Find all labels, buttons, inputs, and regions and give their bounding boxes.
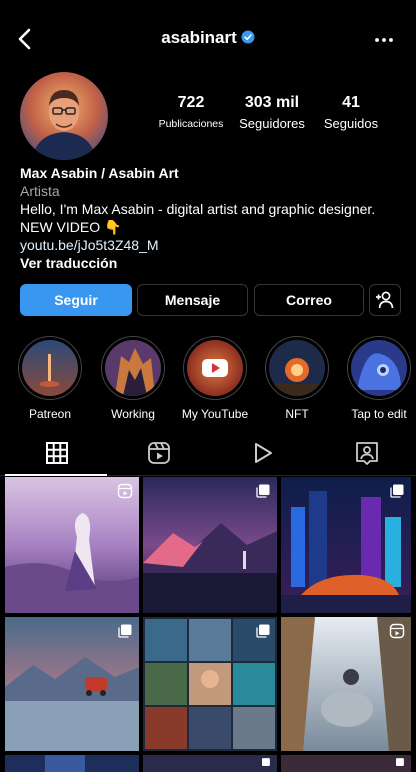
highlight-patreon[interactable]: Patreon xyxy=(18,336,82,421)
follow-button[interactable]: Seguir xyxy=(20,284,132,316)
tagged-icon[interactable] xyxy=(354,440,380,466)
bio-line-2: NEW VIDEO 👇 xyxy=(20,219,122,235)
highlight-nft-cover xyxy=(269,340,325,396)
highlight-patreon-cover xyxy=(22,340,78,396)
post-thumbnail[interactable] xyxy=(5,755,139,772)
post-thumbnail[interactable] xyxy=(143,477,277,613)
highlight-tap-to-edit[interactable]: Tap to edit xyxy=(347,336,411,421)
more-horizontal-icon[interactable] xyxy=(374,30,394,50)
post-thumbnail[interactable] xyxy=(143,755,277,772)
active-tab-indicator xyxy=(5,474,107,476)
see-translation-link[interactable]: Ver traducción xyxy=(20,254,410,272)
highlight-ring xyxy=(265,336,329,400)
highlight-label: Tap to edit xyxy=(351,407,407,421)
highlight-ring xyxy=(18,336,82,400)
stat-posts-value: 722 xyxy=(177,94,205,111)
stat-following-value: 41 xyxy=(342,94,360,111)
profile-bio: Max Asabin / Asabin Art Artista Hello, I… xyxy=(20,164,410,272)
reel-badge-icon xyxy=(117,483,133,499)
highlight-nft[interactable]: NFT xyxy=(265,336,329,421)
posts-grid xyxy=(5,477,411,772)
bio-link[interactable]: youtu.be/jJo5t3Z48_M xyxy=(20,236,410,254)
stat-followers-value: 303 mil xyxy=(244,94,300,111)
carousel-badge-icon xyxy=(118,624,132,638)
stat-followers-label: Seguidores xyxy=(239,116,305,131)
carousel-badge-icon xyxy=(396,758,404,766)
highlight-my-youtube[interactable]: My YouTube xyxy=(182,336,248,421)
post-thumbnail[interactable] xyxy=(281,755,411,772)
highlight-youtube-cover xyxy=(187,340,243,396)
stat-following[interactable]: 41 Seguidos xyxy=(318,94,384,131)
bio-line-1: Hello, I'm Max Asabin - digital artist a… xyxy=(20,201,376,217)
add-person-icon xyxy=(376,291,394,309)
reels-icon[interactable] xyxy=(146,440,172,466)
highlight-ring xyxy=(183,336,247,400)
post-thumbnail[interactable] xyxy=(281,477,411,613)
carousel-badge-icon xyxy=(390,484,404,498)
profile-username: asabinart xyxy=(161,28,237,47)
grid-icon[interactable] xyxy=(44,440,70,466)
top-bar: asabinart xyxy=(0,0,416,78)
verified-badge-icon xyxy=(241,30,255,44)
stat-posts-label: Publicaciones xyxy=(158,118,224,130)
carousel-badge-icon xyxy=(262,758,270,766)
highlight-edit-cover xyxy=(351,340,407,396)
play-icon[interactable] xyxy=(250,440,276,466)
carousel-badge-icon xyxy=(256,624,270,638)
profile-avatar[interactable] xyxy=(20,72,108,160)
post-thumbnail[interactable] xyxy=(143,617,277,751)
stat-posts[interactable]: 722 Publicaciones xyxy=(152,94,230,130)
highlight-working-cover xyxy=(105,340,161,396)
profile-tabs xyxy=(0,432,416,476)
carousel-badge-icon xyxy=(256,484,270,498)
message-button[interactable]: Mensaje xyxy=(137,284,248,316)
post-thumbnail[interactable] xyxy=(5,477,139,613)
highlight-working[interactable]: Working xyxy=(101,336,165,421)
post-thumbnail[interactable] xyxy=(281,617,411,751)
profile-full-name: Max Asabin / Asabin Art xyxy=(20,165,179,181)
highlight-ring xyxy=(101,336,165,400)
stat-followers[interactable]: 303 mil Seguidores xyxy=(232,94,312,131)
post-thumbnail[interactable] xyxy=(5,617,139,751)
profile-category: Artista xyxy=(20,183,60,199)
reel-badge-icon xyxy=(389,623,405,639)
stat-following-label: Seguidos xyxy=(323,116,379,131)
email-button[interactable]: Correo xyxy=(254,284,364,316)
suggested-users-button[interactable] xyxy=(369,284,401,316)
profile-username-row: asabinart xyxy=(0,28,416,48)
highlight-ring xyxy=(347,336,411,400)
